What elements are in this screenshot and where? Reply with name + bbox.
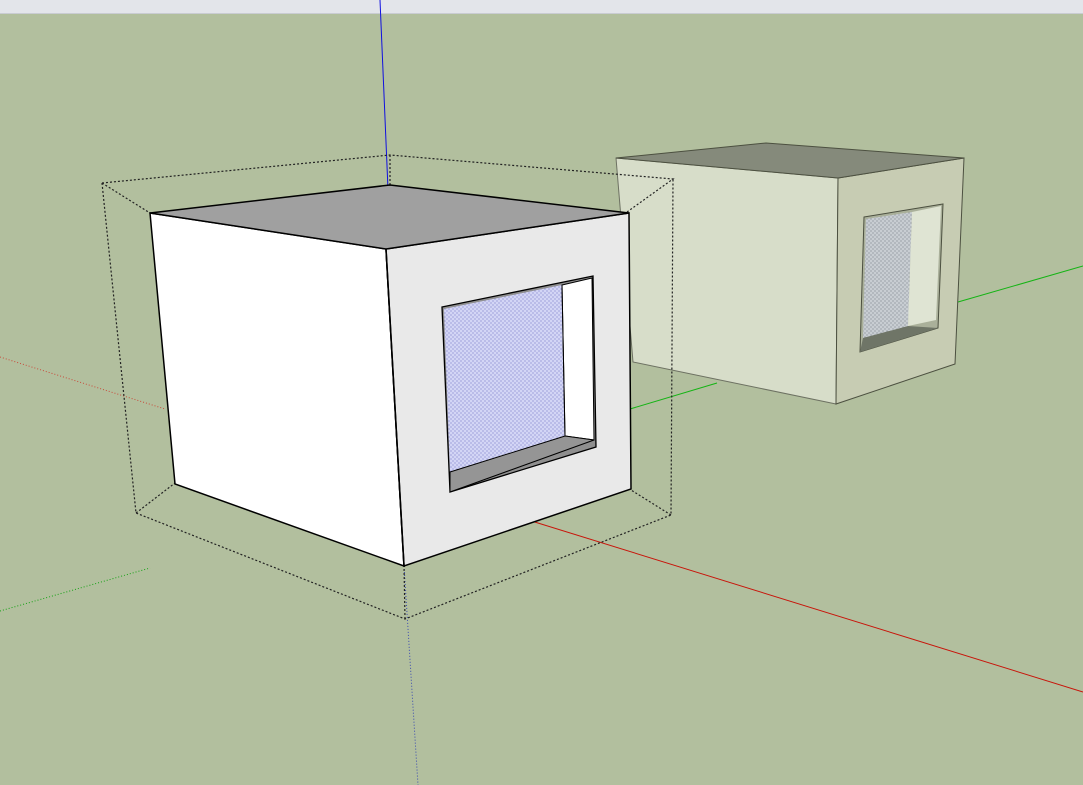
green-axis-far: [957, 265, 1083, 303]
green-axis: [629, 382, 718, 410]
window-reveal-right: [561, 277, 595, 441]
3d-viewport[interactable]: [0, 0, 1083, 785]
ghost-window-reveal-right: [908, 206, 941, 326]
red-axis-hidden: [0, 356, 166, 410]
blue-axis: [379, 0, 390, 214]
blue-axis-hidden: [403, 565, 419, 785]
cube-with-window[interactable]: [101, 154, 675, 620]
ghost-front-face: [615, 157, 839, 405]
cube-with-window-copy[interactable]: [615, 142, 965, 405]
red-axis: [524, 518, 1083, 693]
left-face: [149, 212, 405, 568]
ghost-window-glass: [863, 212, 912, 338]
sketchup-window: [0, 0, 1083, 785]
green-axis-hidden: [0, 567, 151, 612]
